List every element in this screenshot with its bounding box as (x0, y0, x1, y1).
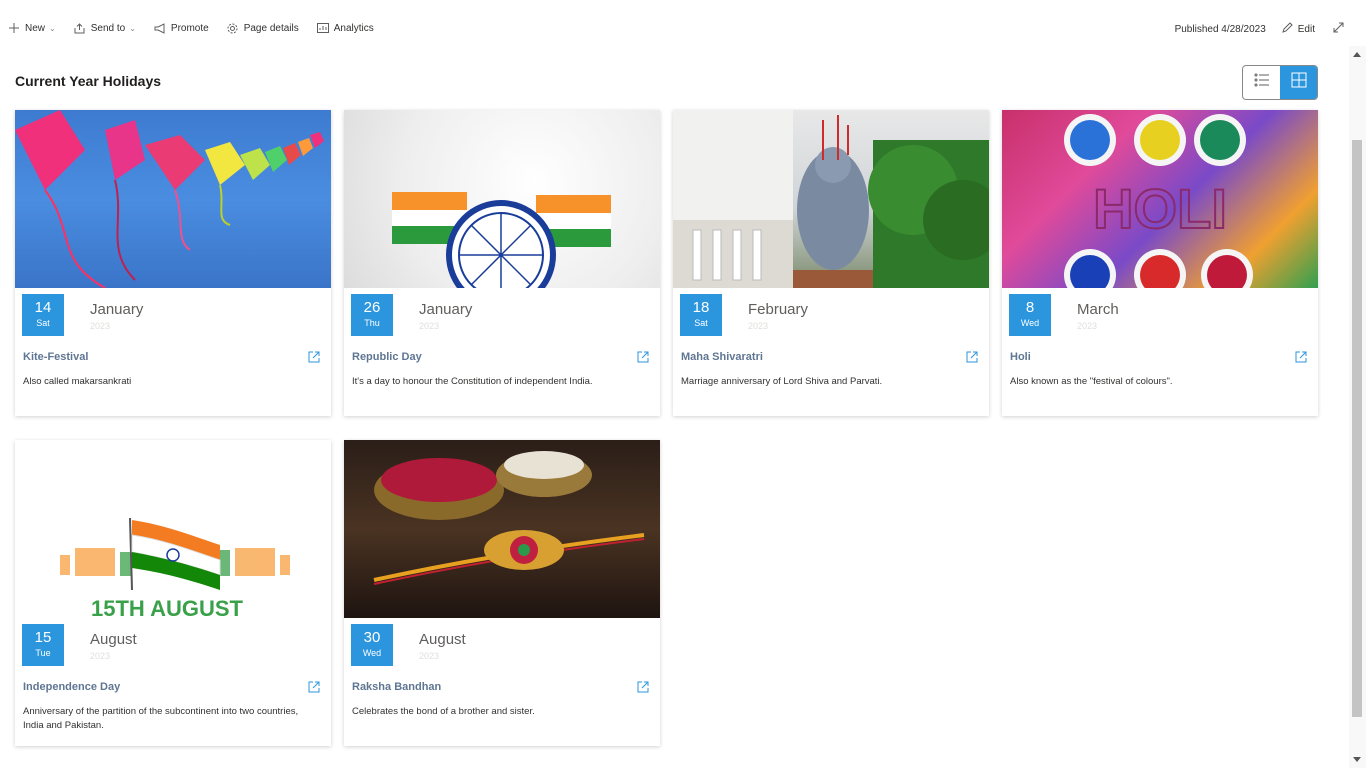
open-link-icon[interactable] (308, 680, 320, 693)
holiday-title[interactable]: Kite-Festival (23, 351, 88, 363)
holi-image-text: HOLI (1093, 177, 1227, 240)
kite-festival-image (15, 110, 331, 288)
pencil-icon (1281, 22, 1293, 36)
holiday-description: It's a day to honour the Constitution of… (352, 376, 593, 387)
year-label: 2023 (419, 651, 440, 661)
day-number: 8 (1025, 299, 1035, 316)
day-number: 14 (34, 299, 52, 316)
new-button[interactable]: New ⌄ (8, 22, 56, 34)
day-number: 26 (363, 299, 381, 316)
holiday-description: Celebrates the bond of a brother and sis… (352, 706, 535, 717)
month-label: February (748, 301, 809, 318)
day-number: 30 (363, 629, 381, 646)
open-link-icon[interactable] (637, 680, 649, 693)
analytics-icon (316, 22, 329, 34)
holiday-description: Anniversary of the partition of the subc… (23, 706, 299, 731)
holiday-card[interactable]: 14 Sat January 2023 Kite-Festival Also c… (15, 110, 331, 416)
promote-label: Promote (170, 22, 209, 34)
holiday-title[interactable]: Maha Shivaratri (681, 351, 763, 363)
weekday: Tue (35, 648, 51, 658)
weekday: Wed (1020, 318, 1040, 328)
month-label: August (90, 631, 137, 648)
promote-button[interactable]: Promote (154, 22, 209, 34)
date-badge: 26 Thu (351, 294, 393, 336)
open-link-icon[interactable] (966, 350, 978, 363)
date-badge: 14 Sat (22, 294, 64, 336)
scroll-up-arrow[interactable] (1353, 52, 1361, 57)
page-details-button[interactable]: Page details (227, 22, 299, 34)
command-bar-left: New ⌄ Send to ⌄ Promote Page details Ana… (8, 22, 392, 34)
holiday-description: Marriage anniversary of Lord Shiva and P… (681, 376, 883, 387)
holiday-title[interactable]: Holi (1010, 351, 1031, 363)
year-label: 2023 (1077, 321, 1098, 331)
holi-image: HOLI (1002, 110, 1318, 288)
month-label: January (419, 301, 473, 318)
analytics-label: Analytics (333, 22, 374, 34)
plus-icon (8, 22, 20, 34)
page-details-label: Page details (243, 22, 299, 34)
megaphone-icon (154, 22, 166, 34)
command-bar-right: Published 4/28/2023 Edit (1175, 22, 1344, 36)
holiday-title[interactable]: Republic Day (352, 351, 422, 363)
holiday-card[interactable]: HOLI 8 Wed March 2023 Holi Also known as… (1002, 110, 1318, 416)
month-label: August (419, 631, 466, 648)
holiday-card[interactable]: 30 Wed August 2023 Raksha Bandhan Celebr… (344, 440, 660, 746)
holiday-card[interactable]: 18 Sat February 2023 Maha Shivaratri Mar… (673, 110, 989, 416)
command-bar: New ⌄ Send to ⌄ Promote Page details Ana… (0, 0, 1366, 58)
holiday-title[interactable]: Raksha Bandhan (352, 681, 441, 693)
send-to-button[interactable]: Send to ⌄ (74, 22, 136, 34)
scroll-down-arrow[interactable] (1353, 757, 1361, 762)
send-to-label: Send to (90, 22, 126, 34)
date-badge: 8 Wed (1009, 294, 1051, 336)
raksha-bandhan-image (344, 440, 660, 618)
maha-shivaratri-image (673, 110, 989, 288)
year-label: 2023 (90, 321, 111, 331)
edit-button[interactable]: Edit (1281, 22, 1315, 36)
new-label: New (25, 22, 46, 34)
holiday-card[interactable]: 26 Thu January 2023 Republic Day It's a … (344, 110, 660, 416)
list-view-button[interactable] (1243, 66, 1280, 99)
published-status: Published 4/28/2023 (1174, 23, 1266, 35)
date-badge: 30 Wed (351, 624, 393, 666)
open-link-icon[interactable] (308, 350, 320, 363)
holiday-description: Also called makarsankrati (23, 376, 132, 387)
weekday: Wed (362, 648, 382, 658)
weekday: Thu (364, 318, 380, 328)
weekday: Sat (694, 318, 708, 328)
expand-icon[interactable] (1333, 22, 1344, 36)
chevron-down-icon: ⌄ (129, 23, 136, 33)
date-badge: 15 Tue (22, 624, 64, 666)
republic-day-image (344, 110, 660, 288)
holiday-title[interactable]: Independence Day (23, 681, 120, 693)
open-link-icon[interactable] (637, 350, 649, 363)
month-label: January (90, 301, 144, 318)
view-toggle (1242, 65, 1318, 100)
day-number: 18 (692, 299, 710, 316)
analytics-button[interactable]: Analytics (316, 22, 374, 34)
share-icon (74, 22, 86, 34)
year-label: 2023 (748, 321, 769, 331)
holiday-description: Also known as the "festival of colours". (1010, 376, 1173, 387)
holiday-card[interactable]: 15TH AUGUST 15 Tue August 2023 Independe… (15, 440, 331, 746)
open-link-icon[interactable] (1295, 350, 1307, 363)
list-icon (1254, 73, 1270, 92)
date-badge: 18 Sat (680, 294, 722, 336)
section-title: Current Year Holidays (15, 73, 162, 89)
year-label: 2023 (419, 321, 440, 331)
grid-icon (1291, 72, 1307, 93)
vertical-scrollbar[interactable] (1349, 46, 1366, 768)
grid-view-button[interactable] (1280, 66, 1317, 99)
chevron-down-icon: ⌄ (49, 23, 56, 33)
scrollbar-thumb[interactable] (1352, 140, 1362, 717)
month-label: March (1077, 301, 1119, 318)
weekday: Sat (36, 318, 50, 328)
gear-icon (227, 22, 239, 34)
independence-day-image: 15TH AUGUST (15, 440, 331, 618)
day-number: 15 (34, 629, 52, 646)
year-label: 2023 (90, 651, 111, 661)
edit-label: Edit (1297, 23, 1315, 35)
independence-image-text: 15TH AUGUST (91, 596, 244, 618)
